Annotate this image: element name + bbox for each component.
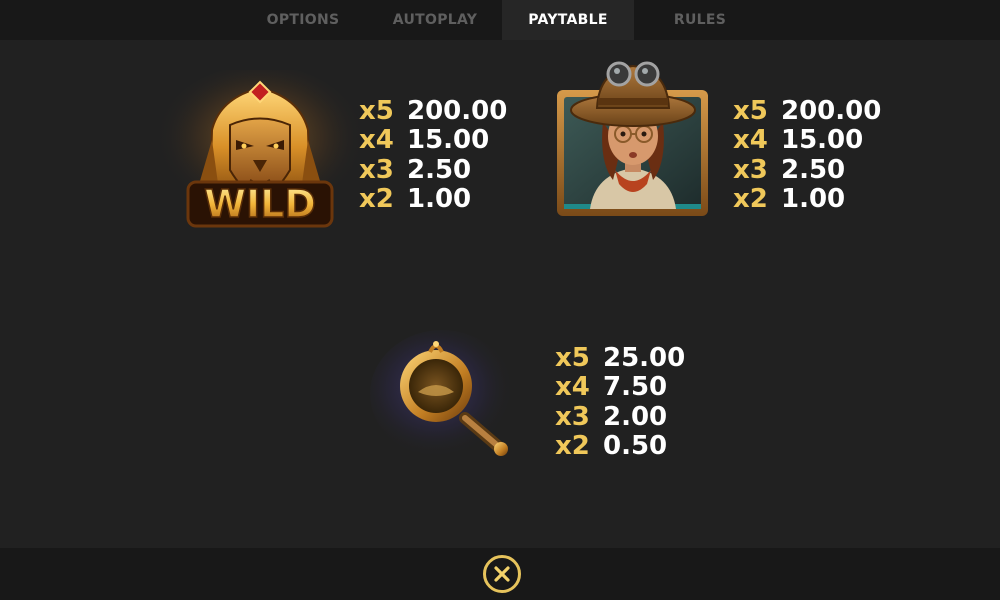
pay-multiplier: x5: [733, 96, 768, 126]
tab-rules[interactable]: RULES: [640, 0, 760, 40]
pay-multiplier: x3: [555, 401, 590, 432]
pay-value: 15.00: [781, 125, 864, 156]
explorer-payouts: x5 200.00 x4 15.00 x3 2.50 x2 1.00: [733, 97, 881, 214]
pay-row: x2 0.50: [555, 430, 685, 461]
pay-row: x3 2.00: [555, 401, 685, 432]
tab-autoplay[interactable]: AUTOPLAY: [375, 0, 495, 40]
pay-value: 2.50: [781, 154, 846, 185]
pay-multiplier: x5: [359, 96, 394, 126]
pay-multiplier: x2: [359, 183, 394, 214]
magnifier-symbol: [370, 330, 530, 470]
pay-value: 200.00: [407, 96, 508, 126]
pay-row: x5 200.00: [733, 97, 881, 126]
pay-multiplier: x3: [359, 154, 394, 185]
pay-value: 15.00: [407, 125, 490, 156]
pay-row: x2 1.00: [359, 183, 507, 214]
pay-multiplier: x5: [555, 343, 590, 373]
tab-bar: OPTIONS AUTOPLAY PAYTABLE RULES: [0, 0, 1000, 40]
pay-value: 0.50: [603, 430, 668, 461]
tab-paytable[interactable]: PAYTABLE: [502, 0, 634, 40]
pay-value: 1.00: [407, 183, 472, 214]
wild-symbol: WILD: [150, 70, 370, 240]
pay-row: x3 2.50: [733, 154, 881, 185]
pay-multiplier: x4: [733, 125, 768, 156]
wild-badge-text: WILD: [204, 182, 316, 226]
pay-value: 7.50: [603, 372, 668, 403]
pay-value: 25.00: [603, 343, 686, 373]
pay-multiplier: x3: [733, 154, 768, 185]
close-button[interactable]: [483, 555, 521, 593]
pay-row: x3 2.50: [359, 154, 507, 185]
pay-row: x5 25.00: [555, 344, 685, 373]
wild-payouts: x5 200.00 x4 15.00 x3 2.50 x2 1.00: [359, 97, 507, 214]
explorer-symbol: [555, 52, 710, 218]
pay-multiplier: x4: [555, 372, 590, 403]
pay-value: 2.00: [603, 401, 668, 432]
pay-row: x4 15.00: [733, 126, 881, 155]
close-icon: [494, 566, 510, 582]
pay-value: 2.50: [407, 154, 472, 185]
magnifying-glass-icon: [370, 330, 514, 458]
pay-multiplier: x2: [733, 183, 768, 214]
pay-multiplier: x2: [555, 430, 590, 461]
pay-multiplier: x4: [359, 125, 394, 156]
pay-row: x4 7.50: [555, 373, 685, 402]
explorer-woman-icon: [557, 61, 708, 216]
pay-value: 1.00: [781, 183, 846, 214]
pay-row: x2 1.00: [733, 183, 881, 214]
pay-value: 200.00: [781, 96, 882, 126]
lion-sphinx-wild-icon: WILD: [155, 70, 365, 228]
magnifier-payouts: x5 25.00 x4 7.50 x3 2.00 x2 0.50: [555, 344, 685, 461]
pay-row: x5 200.00: [359, 97, 507, 126]
tab-options[interactable]: OPTIONS: [243, 0, 363, 40]
pay-row: x4 15.00: [359, 126, 507, 155]
